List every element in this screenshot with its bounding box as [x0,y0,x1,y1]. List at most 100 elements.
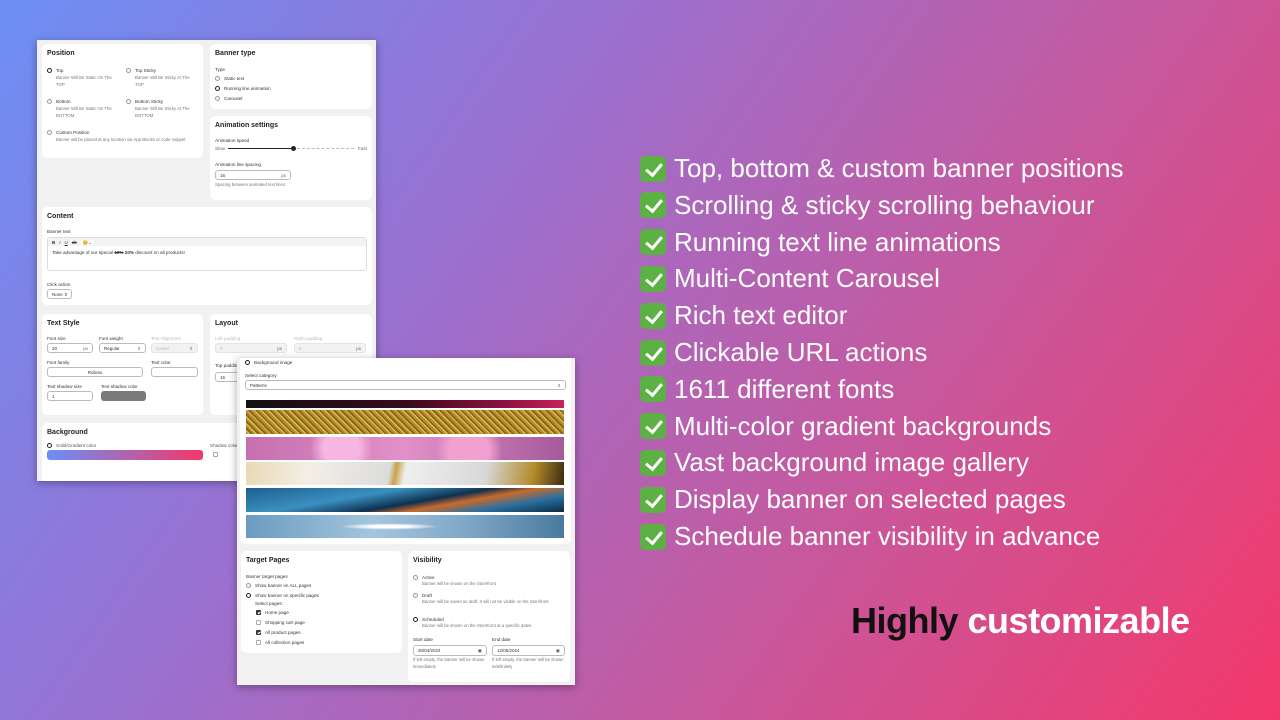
tagline: Highly customizable [851,600,1190,642]
checkbox-home[interactable] [256,610,261,615]
shadow-color-swatch[interactable] [101,391,146,401]
target-label: Banner target pages [246,574,288,579]
home-label: Home page [265,610,289,615]
radio-bottom-sticky[interactable] [126,99,131,104]
layout-title: Layout [215,320,238,327]
left-padding-input[interactable]: 0 px [215,343,287,353]
radio-top[interactable] [47,68,52,73]
text-align-label: Text Alignment [151,336,181,341]
shadow-size-input[interactable]: 1 [47,391,93,401]
feature-text: Running text line animations [674,226,1001,257]
radio-active[interactable] [413,575,418,580]
font-family-select[interactable]: Roboto [47,367,143,377]
text-color-picker[interactable] [151,367,198,377]
checkbox-cart[interactable] [256,620,261,625]
shadow-color-checkbox[interactable] [213,452,218,457]
position-title: Position [47,50,75,57]
start-date-label: Start date [413,637,433,642]
pattern-option-dark-bokeh[interactable] [246,400,564,408]
italic-button[interactable]: I [59,240,60,245]
label-bottom: Bottom [56,99,71,104]
radio-carousel[interactable] [215,96,220,101]
target-pages-card: Target Pages Banner target pages Show ba… [241,551,402,653]
pattern-option-pink-bokeh[interactable] [246,437,564,460]
font-family-label: Font family [47,360,70,365]
radio-scheduled[interactable] [413,617,418,622]
label-static-text: Static text [224,76,245,81]
check-mark-icon [640,265,666,292]
check-mark-icon [640,229,666,256]
font-size-input[interactable]: 20 px [47,343,93,353]
font-weight-label: Font weight [99,336,123,341]
check-mark-icon [640,339,666,366]
end-date-input[interactable]: 12/05/2024 ▣ [492,645,565,656]
category-label: Select category [245,373,277,378]
feature-text: Scrolling & sticky scrolling behaviour [674,189,1095,220]
radio-bottom[interactable] [47,99,52,104]
background-image-label: Background image [254,360,293,365]
radio-custom[interactable] [47,130,52,135]
start-date-help: If left empty, the banner will be shown … [413,657,485,669]
checkbox-product[interactable] [256,630,261,635]
check-mark-icon [640,449,666,476]
draft-desc: Banner will be saved as draft. It will n… [422,599,549,604]
speed-slider-fill [228,148,294,150]
right-padding-label: Right padding [294,336,323,341]
left-padding-label: Left padding [215,336,241,341]
start-date-input[interactable]: 30/04/2024 ▣ [413,645,487,656]
radio-draft[interactable] [413,593,418,598]
all-pages-label: Show banner on ALL pages [255,583,312,588]
gradient-preview[interactable] [47,450,203,460]
spacing-help: Spacing between animated text lines [215,182,285,187]
feature-text: Display banner on selected pages [674,484,1066,515]
rich-text-editor[interactable]: B I U ab 😊⌄ Take advantage of our specia… [47,237,367,271]
radio-background-image[interactable] [245,360,250,365]
speed-slider-handle[interactable] [291,146,297,151]
strike-button[interactable]: ab [72,240,77,245]
text-align-select[interactable]: Center ⇕ [151,343,198,353]
checkbox-collection[interactable] [256,640,261,645]
radio-top-sticky[interactable] [126,68,131,73]
label-carousel: Carousel [224,96,243,101]
underline-button[interactable]: U [65,240,68,245]
content-title: Content [47,213,74,220]
animation-title: Animation settings [215,122,279,129]
bold-button[interactable]: B [52,240,55,245]
active-label: Active [422,575,435,580]
feature-item: Multi-Content Carousel [640,263,940,294]
pattern-option-gold-glitter[interactable] [246,410,564,434]
end-date-label: End date [492,637,511,642]
spacing-input[interactable]: 16 px [215,170,291,180]
banner-type-title: Banner type [215,50,256,57]
emoji-picker-icon[interactable]: 😊⌄ [80,239,95,245]
text-color-label: Text color [151,360,171,365]
feature-item: Rich text editor [640,300,847,331]
radio-all-pages[interactable] [246,583,251,588]
feature-item: Display banner on selected pages [640,484,1066,515]
radio-static-text[interactable] [215,76,220,81]
speed-slider[interactable] [228,146,354,151]
active-desc: Banner will be shown on the Storefront [422,581,496,586]
feature-item: Clickable URL actions [640,337,927,368]
slow-label: Slow [215,146,225,151]
pattern-option-light-blue[interactable] [246,515,564,538]
click-action-select[interactable]: None ⇕ [47,289,72,299]
editor-toolbar: B I U ab 😊⌄ [48,238,366,246]
right-padding-input[interactable]: 0 px [294,343,366,353]
banner-text[interactable]: Take advantage of our special 10% 20% di… [52,250,185,255]
position-card: Position Top Banner Will Be Static On Th… [42,44,203,158]
check-mark-icon [640,523,666,550]
font-weight-select[interactable]: Regular ⇕ [99,343,146,353]
label-top: Top [56,68,64,73]
tagline-light: customizable [967,600,1191,641]
scheduled-label: Scheduled [422,617,444,622]
category-select[interactable]: Patterns ⇕ [245,380,566,390]
radio-specific-pages[interactable] [246,593,251,598]
check-mark-icon [640,302,666,329]
radio-solid-gradient[interactable] [47,443,52,448]
pattern-option-marble-gold[interactable] [246,462,564,485]
radio-running-line[interactable] [215,86,220,91]
banner-text-label: Banner text [47,229,71,234]
specific-pages-label: Show banner on specific pages [255,593,319,598]
pattern-option-blue-swirl[interactable] [246,488,564,512]
